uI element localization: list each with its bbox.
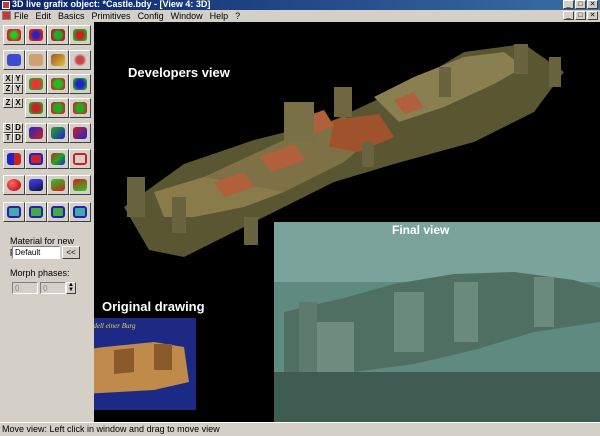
- tool-move-object[interactable]: [25, 98, 47, 118]
- tool-palette: X Y Z Y Z X S D T D Material for new pol…: [0, 22, 94, 422]
- tool-box-wire[interactable]: [25, 50, 47, 70]
- final-view-image: [274, 222, 600, 422]
- axis-t-button[interactable]: T: [3, 133, 13, 143]
- axis-z2-button[interactable]: Z: [3, 98, 13, 108]
- final-view-caption: Final view: [392, 223, 450, 237]
- document-window-controls: _ □ ✕: [563, 11, 598, 20]
- material-field[interactable]: Default: [12, 246, 60, 259]
- tool-mirror-object[interactable]: [69, 98, 91, 118]
- menu-items: File Edit Basics Primitives Config Windo…: [14, 10, 240, 22]
- tool-plane-red[interactable]: [69, 175, 91, 195]
- 3d-viewport[interactable]: Modell einer Burg Developers view Final …: [94, 22, 600, 422]
- axis-y2-button[interactable]: Y: [13, 84, 23, 94]
- tool-view-move[interactable]: [25, 202, 47, 222]
- tool-rotate-red[interactable]: [25, 74, 47, 94]
- tool-sphere[interactable]: [3, 175, 25, 195]
- menu-about[interactable]: ?: [235, 10, 240, 22]
- axis-x-button[interactable]: X: [3, 74, 13, 84]
- doc-minimize-button[interactable]: _: [563, 11, 574, 20]
- morph-spinner[interactable]: ▲ ▼: [66, 282, 76, 294]
- tool-gradient[interactable]: [47, 149, 69, 169]
- menu-file[interactable]: File: [14, 10, 29, 22]
- morph-phase-start[interactable]: 0: [12, 282, 38, 294]
- doc-close-button[interactable]: ✕: [587, 11, 598, 20]
- drawing-title: Modell einer Burg: [94, 322, 136, 330]
- axis-z-button[interactable]: Z: [3, 84, 13, 94]
- minimize-button[interactable]: _: [563, 0, 574, 9]
- viewport-scene: Modell einer Burg: [94, 44, 600, 422]
- material-pick-button[interactable]: <<: [62, 246, 80, 259]
- tool-bevel[interactable]: [69, 123, 91, 143]
- developers-view-caption: Developers view: [128, 65, 230, 80]
- tool-save-object[interactable]: [47, 25, 69, 45]
- axis-x2-button[interactable]: X: [13, 98, 23, 108]
- tool-wire-cube[interactable]: [69, 149, 91, 169]
- axis-d2-button[interactable]: D: [13, 133, 23, 143]
- tool-paint[interactable]: [47, 50, 69, 70]
- axis-d-button[interactable]: D: [13, 123, 23, 133]
- tool-view-zoom[interactable]: [47, 202, 69, 222]
- tool-new-object[interactable]: [3, 25, 25, 45]
- tool-merge-object[interactable]: [69, 25, 91, 45]
- menu-primitives[interactable]: Primitives: [92, 10, 131, 22]
- original-drawing-image: Modell einer Burg: [94, 318, 196, 410]
- status-bar: Move view: Left click in window and drag…: [0, 422, 600, 436]
- tool-view-rotate[interactable]: [69, 202, 91, 222]
- tool-subdivide[interactable]: [25, 123, 47, 143]
- tool-rotate-object[interactable]: [69, 50, 91, 70]
- doc-maximize-button[interactable]: □: [575, 11, 586, 20]
- tool-cube[interactable]: [3, 50, 25, 70]
- axis-y-button[interactable]: Y: [13, 74, 23, 84]
- document-icon[interactable]: [2, 11, 11, 20]
- tool-scale-object[interactable]: [47, 98, 69, 118]
- tool-rotate-green[interactable]: [47, 74, 69, 94]
- menu-help[interactable]: Help: [210, 10, 229, 22]
- maximize-button[interactable]: □: [575, 0, 586, 9]
- tool-open-object[interactable]: [25, 25, 47, 45]
- menu-edit[interactable]: Edit: [36, 10, 52, 22]
- menu-basics[interactable]: Basics: [58, 10, 85, 22]
- app-icon[interactable]: [2, 1, 10, 9]
- menu-window[interactable]: Window: [171, 10, 203, 22]
- morph-label: Morph phases:: [10, 268, 70, 278]
- original-drawing-caption: Original drawing: [102, 299, 205, 314]
- tool-view-window[interactable]: [3, 202, 25, 222]
- tool-plane-green[interactable]: [47, 175, 69, 195]
- close-button[interactable]: ✕: [587, 0, 598, 9]
- tool-rotate-blue[interactable]: [69, 74, 91, 94]
- tool-extrude[interactable]: [47, 123, 69, 143]
- tool-square-red[interactable]: [25, 149, 47, 169]
- window-controls: _ □ ✕: [563, 0, 598, 9]
- axis-s-button[interactable]: S: [3, 123, 13, 133]
- menu-bar: File Edit Basics Primitives Config Windo…: [0, 10, 600, 22]
- tool-plane-blue[interactable]: [25, 175, 47, 195]
- title-bar: 3D live grafix object: *Castle.bdy - [Vi…: [0, 0, 600, 10]
- morph-phase-end[interactable]: 0: [40, 282, 66, 294]
- tool-bars[interactable]: [3, 149, 25, 169]
- menu-config[interactable]: Config: [138, 10, 164, 22]
